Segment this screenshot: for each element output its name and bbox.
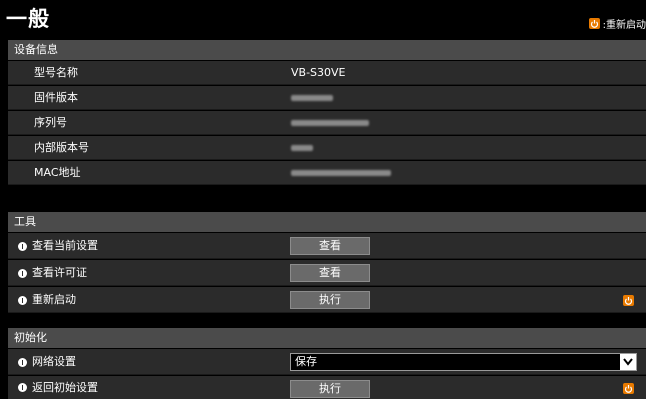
section-device-info: 设备信息 bbox=[8, 40, 646, 60]
firmware-version-value bbox=[291, 86, 333, 110]
row-mac-address: MAC地址 bbox=[8, 161, 646, 185]
restart-label: 重新启动 bbox=[32, 293, 76, 306]
view-license-button[interactable]: 查看 bbox=[290, 264, 370, 282]
header: 一般 :重新启动 bbox=[0, 0, 646, 40]
info-icon[interactable] bbox=[18, 357, 27, 367]
redacted-value bbox=[291, 145, 313, 151]
redacted-value bbox=[291, 95, 333, 101]
network-settings-label: 网络设置 bbox=[32, 355, 76, 368]
network-settings-select[interactable]: 保存 bbox=[290, 353, 637, 371]
info-icon[interactable] bbox=[18, 383, 27, 392]
row-network-settings: 网络设置 保存 bbox=[8, 349, 646, 375]
model-name-label: 型号名称 bbox=[34, 66, 78, 79]
power-icon bbox=[623, 295, 634, 306]
view-current-settings-label: 查看当前设置 bbox=[32, 239, 98, 252]
model-name-value: VB-S30VE bbox=[291, 66, 346, 79]
redacted-value bbox=[291, 120, 369, 126]
firmware-version-label: 固件版本 bbox=[34, 91, 78, 104]
row-restart: 重新启动 执行 bbox=[8, 287, 646, 313]
restart-execute-button[interactable]: 执行 bbox=[290, 291, 370, 309]
build-number-label: 内部版本号 bbox=[34, 141, 89, 154]
network-settings-selected: 保存 bbox=[295, 355, 317, 368]
view-license-label: 查看许可证 bbox=[32, 266, 87, 279]
serial-number-label: 序列号 bbox=[34, 116, 67, 129]
section-tools: 工具 bbox=[8, 212, 646, 232]
restart-legend: :重新启动 bbox=[588, 16, 646, 31]
info-icon[interactable] bbox=[18, 295, 27, 305]
view-settings-button[interactable]: 查看 bbox=[290, 237, 370, 255]
row-restore-defaults: 返回初始设置 执行 bbox=[8, 376, 646, 399]
row-firmware-version: 固件版本 bbox=[8, 86, 646, 110]
section-initialization: 初始化 bbox=[8, 328, 646, 348]
row-model-name: 型号名称 VB-S30VE bbox=[8, 61, 646, 85]
redacted-value bbox=[291, 170, 391, 176]
mac-address-label: MAC地址 bbox=[34, 166, 81, 179]
restart-legend-label: :重新启动 bbox=[602, 20, 646, 31]
mac-address-value bbox=[291, 161, 391, 185]
row-serial-number: 序列号 bbox=[8, 111, 646, 135]
chevron-down-icon[interactable] bbox=[620, 354, 636, 370]
power-icon bbox=[623, 383, 634, 394]
row-build-number: 内部版本号 bbox=[8, 136, 646, 160]
restore-defaults-button[interactable]: 执行 bbox=[290, 380, 370, 398]
info-icon[interactable] bbox=[18, 268, 27, 278]
power-icon bbox=[588, 18, 600, 29]
serial-number-value bbox=[291, 111, 369, 135]
page-title: 一般 bbox=[6, 7, 50, 31]
row-view-license: 查看许可证 查看 bbox=[8, 260, 646, 286]
row-view-current-settings: 查看当前设置 查看 bbox=[8, 233, 646, 259]
info-icon[interactable] bbox=[18, 241, 27, 251]
restore-defaults-label: 返回初始设置 bbox=[32, 381, 98, 394]
build-number-value bbox=[291, 136, 313, 160]
